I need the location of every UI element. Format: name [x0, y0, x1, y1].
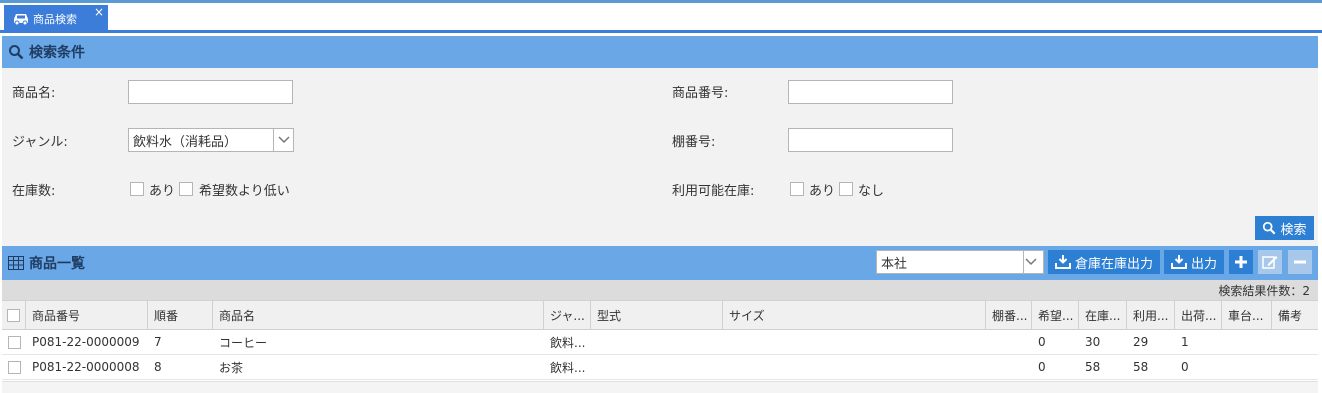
download-icon — [1054, 255, 1071, 269]
col-header[interactable]: ジャ... — [544, 301, 591, 329]
shelf-number-label: 棚番号: — [672, 135, 716, 150]
product-list-header: 商品一覧 本社 倉庫在庫出力 出力 — [2, 246, 1318, 280]
stock-low-label: 希望数より低い — [199, 184, 290, 199]
available-yes-checkbox[interactable] — [790, 182, 804, 196]
available-yes-label: あり — [809, 184, 836, 199]
cell-model — [591, 355, 723, 379]
col-header[interactable]: サイズ — [723, 301, 986, 329]
cell-genre: 飲料... — [550, 360, 586, 375]
cell-stock: 30 — [1085, 335, 1101, 349]
stock-low-checkbox[interactable] — [179, 182, 193, 196]
minus-icon — [1294, 260, 1306, 264]
cell-shipping: 0 — [1181, 360, 1189, 374]
row-checkbox[interactable] — [2, 355, 26, 379]
cell-product-name: お茶 — [219, 360, 244, 375]
cell-stock: 58 — [1085, 360, 1101, 374]
remove-button[interactable] — [1288, 250, 1312, 274]
col-header[interactable]: 商品名 — [213, 301, 544, 329]
genre-select[interactable]: 飲料水（消耗品） — [128, 128, 294, 152]
cell-size — [723, 355, 986, 379]
close-icon[interactable]: × — [94, 5, 104, 19]
col-header[interactable]: 棚番... — [986, 301, 1032, 329]
cell-genre: 飲料... — [550, 335, 586, 350]
available-no-checkbox[interactable] — [839, 182, 853, 196]
row-checkbox[interactable] — [2, 330, 26, 354]
search-conditions-header: 検索条件 — [2, 36, 1318, 68]
edit-icon — [1262, 256, 1278, 269]
stock-yes-label: あり — [149, 184, 176, 199]
warehouse-stock-export-label: 倉庫在庫出力 — [1074, 256, 1153, 272]
product-name-input[interactable] — [128, 80, 293, 104]
result-count: 検索結果件数：2 — [2, 280, 1318, 300]
col-header[interactable]: 順番 — [148, 301, 213, 329]
col-header[interactable]: 商品番号 — [26, 301, 148, 329]
col-header[interactable]: 希望... — [1032, 301, 1079, 329]
search-icon — [1263, 221, 1276, 235]
cell-desired: 0 — [1038, 335, 1046, 349]
cell-product-number: P081-22-0000009 — [32, 335, 140, 349]
cell-product-number: P081-22-0000008 — [32, 360, 140, 374]
search-button-label: 検索 — [1280, 222, 1307, 238]
plus-icon — [1235, 256, 1247, 268]
cell-shipping: 1 — [1181, 335, 1189, 349]
tab-product-search[interactable]: 商品検索 × — [4, 5, 108, 33]
shelf-number-input[interactable] — [788, 128, 953, 152]
cell-available: 29 — [1133, 335, 1149, 349]
cell-notes — [1272, 355, 1318, 379]
product-table: 商品番号 順番 商品名 ジャ... 型式 サイズ 棚番... 希望... 在庫.… — [2, 300, 1318, 380]
tab-label: 商品検索 — [33, 13, 77, 26]
cell-size — [723, 330, 986, 354]
search-conditions-title: 検索条件 — [29, 45, 85, 61]
cell-notes — [1272, 330, 1318, 354]
col-header[interactable]: 車台... — [1222, 301, 1272, 329]
table-row[interactable]: P081-22-0000009 7 コーヒー 飲料... 0 30 29 1 — [2, 330, 1318, 355]
add-button[interactable] — [1229, 250, 1253, 274]
stock-label: 在庫数: — [12, 184, 56, 199]
available-stock-label: 利用可能在庫: — [672, 184, 755, 199]
cell-model — [591, 330, 723, 354]
warehouse-selected-value: 本社 — [881, 256, 908, 272]
chevron-down-icon[interactable] — [273, 129, 293, 151]
warehouse-stock-export-button[interactable]: 倉庫在庫出力 — [1048, 250, 1160, 274]
cell-chassis — [1222, 330, 1272, 354]
cell-shelf — [986, 355, 1032, 379]
cell-desired: 0 — [1038, 360, 1046, 374]
genre-selected-value: 飲料水（消耗品） — [133, 134, 238, 150]
stock-yes-checkbox[interactable] — [130, 182, 144, 196]
genre-label: ジャンル: — [12, 135, 68, 150]
search-button[interactable]: 検索 — [1255, 216, 1314, 240]
warehouse-select[interactable]: 本社 — [876, 250, 1044, 274]
col-header[interactable]: 出荷... — [1175, 301, 1222, 329]
col-header[interactable]: 在庫... — [1079, 301, 1127, 329]
cell-available: 58 — [1133, 360, 1149, 374]
col-header[interactable]: 備考 — [1272, 301, 1318, 329]
export-button[interactable]: 出力 — [1164, 250, 1224, 274]
product-name-label: 商品名: — [12, 86, 56, 101]
search-icon — [9, 45, 24, 60]
table-header-row: 商品番号 順番 商品名 ジャ... 型式 サイズ 棚番... 希望... 在庫.… — [2, 300, 1318, 330]
product-number-label: 商品番号: — [672, 86, 729, 101]
select-all-checkbox[interactable] — [2, 301, 26, 329]
cell-order: 8 — [154, 360, 162, 374]
search-form: 商品名: 商品番号: ジャンル: 飲料水（消耗品） 棚番号: 在庫数: あり 希… — [2, 68, 1318, 246]
edit-button[interactable] — [1258, 250, 1282, 274]
table-horizontal-scrollbar[interactable] — [2, 381, 1318, 393]
chevron-down-icon[interactable] — [1023, 251, 1043, 273]
cell-chassis — [1222, 355, 1272, 379]
cell-order: 7 — [154, 335, 162, 349]
product-number-input[interactable] — [788, 80, 953, 104]
available-no-label: なし — [858, 184, 885, 199]
col-header[interactable]: 型式 — [591, 301, 723, 329]
download-icon — [1170, 255, 1187, 269]
tab-strip: 商品検索 × — [0, 3, 1322, 33]
cell-product-name: コーヒー — [219, 335, 268, 350]
cell-shelf — [986, 330, 1032, 354]
car-icon — [14, 14, 28, 26]
product-list-title: 商品一覧 — [29, 256, 85, 272]
col-header[interactable]: 利用... — [1127, 301, 1175, 329]
table-icon — [8, 256, 24, 270]
export-button-label: 出力 — [1190, 256, 1217, 272]
table-row[interactable]: P081-22-0000008 8 お茶 飲料... 0 58 58 0 — [2, 355, 1318, 380]
